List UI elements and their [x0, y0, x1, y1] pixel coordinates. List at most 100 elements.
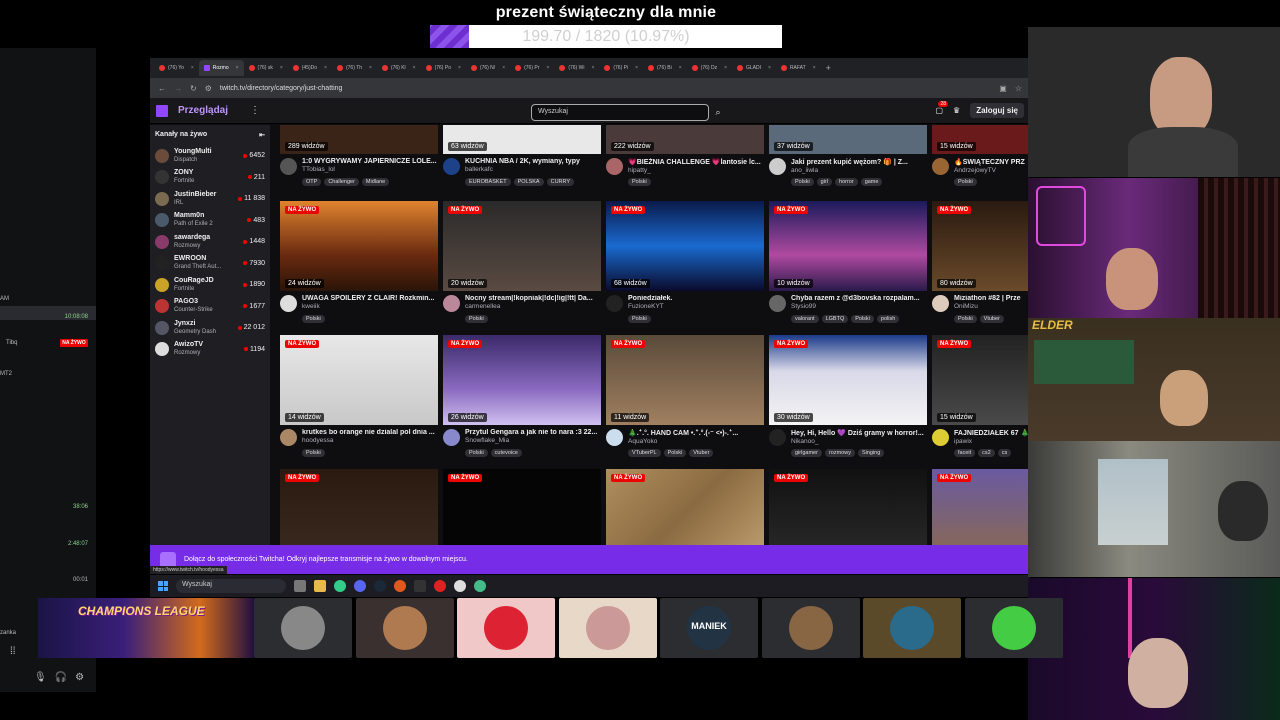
stream-tag[interactable]: Polski: [851, 315, 874, 323]
stream-tag[interactable]: Challenger: [324, 178, 359, 186]
avatar[interactable]: [769, 429, 786, 446]
notifications-icon[interactable]: ▢ 28: [935, 101, 949, 115]
stream-card[interactable]: NA ŻYWO 15 widzów FAJNIEDZIAŁEK 67 🎄 ipawix…: [932, 335, 1030, 457]
stream-card[interactable]: NA ŻYWO 68 widzów Poniedziałek. FuzioneKYT P…: [606, 201, 764, 323]
stream-tag[interactable]: cs2: [978, 449, 995, 457]
file-explorer-icon[interactable]: [314, 580, 326, 592]
channel-name[interactable]: FuzioneKYT: [628, 303, 764, 310]
stream-card[interactable]: 37 widzów Jaki prezent kupić wężom? 🎁 | Z…: [769, 125, 927, 186]
channel-name[interactable]: kweiik: [302, 303, 438, 310]
app-icon[interactable]: [394, 580, 406, 592]
stream-title[interactable]: Chyba razem z @d3bovska rozpalam...: [791, 295, 927, 302]
browser-tab[interactable]: Rozmo ×: [198, 60, 244, 76]
participant-tile[interactable]: MANIEK: [660, 598, 758, 658]
new-tab-button[interactable]: +: [821, 60, 836, 76]
stream-title[interactable]: 💗BIEŻNIA CHALLENGE 💗lantosie lc...: [628, 158, 764, 166]
forward-icon[interactable]: →: [174, 84, 182, 93]
channel-name[interactable]: Stysio99: [791, 303, 927, 310]
app-icon[interactable]: [454, 580, 466, 592]
avatar[interactable]: [443, 158, 460, 175]
avatar[interactable]: [280, 158, 297, 175]
stream-tag[interactable]: cs: [997, 449, 1012, 457]
stream-card[interactable]: 63 widzów KUCHNIA NBA / 2K, wymiany, typy…: [443, 125, 601, 186]
browser-tab[interactable]: (45)Do ×: [288, 60, 332, 76]
close-icon[interactable]: ×: [413, 65, 416, 71]
stream-tag[interactable]: horror: [835, 178, 858, 186]
close-icon[interactable]: ×: [724, 65, 727, 71]
stream-tag[interactable]: Polski: [465, 315, 488, 323]
channel-name[interactable]: Nikanoo_: [791, 438, 927, 445]
stream-thumbnail[interactable]: NA ŻYWO 26 widzów: [443, 335, 601, 425]
participant-tile[interactable]: [761, 598, 860, 658]
stream-thumbnail[interactable]: 289 widzów: [280, 125, 438, 154]
stream-card[interactable]: NA ŻYWO: [606, 469, 764, 545]
stream-card[interactable]: NA ŻYWO: [769, 469, 927, 545]
stream-tag[interactable]: Vtuber: [979, 315, 1004, 323]
close-icon[interactable]: ×: [813, 65, 816, 71]
stream-card[interactable]: NA ŻYWO: [443, 469, 601, 545]
stream-thumbnail[interactable]: NA ŻYWO 20 widzów: [443, 201, 601, 291]
discord-icon[interactable]: [354, 580, 366, 592]
close-icon[interactable]: ×: [458, 65, 461, 71]
channel-name[interactable]: ipawix: [954, 438, 1030, 445]
stream-tag[interactable]: Polski: [663, 449, 687, 457]
browser-tab[interactable]: (76) Po ×: [421, 60, 466, 76]
collapse-icon[interactable]: ⇤: [259, 131, 265, 139]
browser-tab[interactable]: (76) Pi ×: [599, 60, 643, 76]
login-button[interactable]: Zaloguj się: [970, 103, 1024, 118]
participant-tile[interactable]: [558, 598, 657, 658]
stream-card[interactable]: 289 widzów 1:0 WYGRYWAMY JAPIERNICZE LOLE…: [280, 125, 438, 186]
stream-tag[interactable]: Polski: [302, 315, 325, 323]
sidebar-channel[interactable]: Mamm0n Path of Exile 2 483: [155, 210, 265, 232]
channel-name[interactable]: AndrzejowyTV: [954, 167, 1030, 174]
browser-tab[interactable]: (76) sk ×: [244, 60, 288, 76]
avatar[interactable]: [769, 158, 786, 175]
browser-tab[interactable]: (76) Pr ×: [510, 60, 554, 76]
stream-tag[interactable]: CURRY: [546, 178, 575, 186]
sidebar-channel[interactable]: sawardega Rozmowy 1448: [155, 231, 265, 253]
participant-tile[interactable]: [457, 598, 555, 658]
avatar[interactable]: [443, 429, 460, 446]
stream-tag[interactable]: Polski: [628, 315, 651, 323]
stream-title[interactable]: Przytul Gengara a jak nie to nara :3 22.…: [465, 429, 601, 436]
prime-icon[interactable]: ♛: [953, 106, 960, 115]
stream-tag[interactable]: VTuberPL: [628, 449, 661, 457]
stream-thumbnail[interactable]: NA ŻYWO: [280, 469, 438, 545]
back-icon[interactable]: ←: [158, 84, 166, 93]
browser-tab[interactable]: (76) Yo ×: [154, 60, 199, 76]
sidebar-channel[interactable]: CouRageJD Fortnite 1890: [155, 274, 265, 296]
stream-card[interactable]: NA ŻYWO 20 widzów Nocny stream|!kopniak|!d…: [443, 201, 601, 323]
avatar[interactable]: [606, 295, 623, 312]
avatar[interactable]: [932, 158, 949, 175]
avatar[interactable]: [932, 429, 949, 446]
close-icon[interactable]: ×: [191, 65, 194, 71]
stream-tag[interactable]: Polski: [465, 449, 488, 457]
stream-thumbnail[interactable]: 37 widzów: [769, 125, 927, 154]
stream-tag[interactable]: OTP: [302, 178, 322, 186]
stream-title[interactable]: UWAGA SPOILERY Z CLAIR! Rozkmin...: [302, 295, 438, 302]
app-icon[interactable]: [414, 580, 426, 592]
more-icon[interactable]: ⋮: [250, 105, 260, 116]
sidebar-channel[interactable]: AwizoTV Rozmowy 1194: [155, 339, 265, 361]
stream-title[interactable]: Jaki prezent kupić wężom? 🎁 | Z...: [791, 158, 927, 166]
stream-thumbnail[interactable]: NA ŻYWO 30 widzów: [769, 335, 927, 425]
reload-icon[interactable]: ↻: [190, 84, 197, 93]
browser-tab[interactable]: (76) N/ ×: [466, 60, 510, 76]
close-icon[interactable]: ×: [280, 65, 283, 71]
panel-user[interactable]: MT2: [0, 371, 12, 377]
browse-link[interactable]: Przeglądaj: [178, 105, 228, 116]
stream-tag[interactable]: rozmowy: [824, 449, 855, 457]
close-icon[interactable]: ×: [635, 65, 638, 71]
stream-card[interactable]: 15 widzów 🔥ŚWIĄTECZNY PRZ AndrzejowyTV Pols…: [932, 125, 1030, 186]
stream-tag[interactable]: Midlane: [361, 178, 390, 186]
browser-tab[interactable]: (76) Dz ×: [687, 60, 732, 76]
avatar[interactable]: [932, 295, 949, 312]
stream-thumbnail[interactable]: NA ŻYWO 80 widzów: [932, 201, 1030, 291]
stream-title[interactable]: 1:0 WYGRYWAMY JAPIERNICZE LOLE...: [302, 158, 438, 165]
stream-tag[interactable]: game: [860, 178, 883, 186]
stream-thumbnail[interactable]: NA ŻYWO: [769, 469, 927, 545]
stream-thumbnail[interactable]: 63 widzów: [443, 125, 601, 154]
obs-icon[interactable]: [434, 580, 446, 592]
site-info-icon[interactable]: ⚙: [205, 84, 212, 93]
close-icon[interactable]: ×: [324, 65, 327, 71]
